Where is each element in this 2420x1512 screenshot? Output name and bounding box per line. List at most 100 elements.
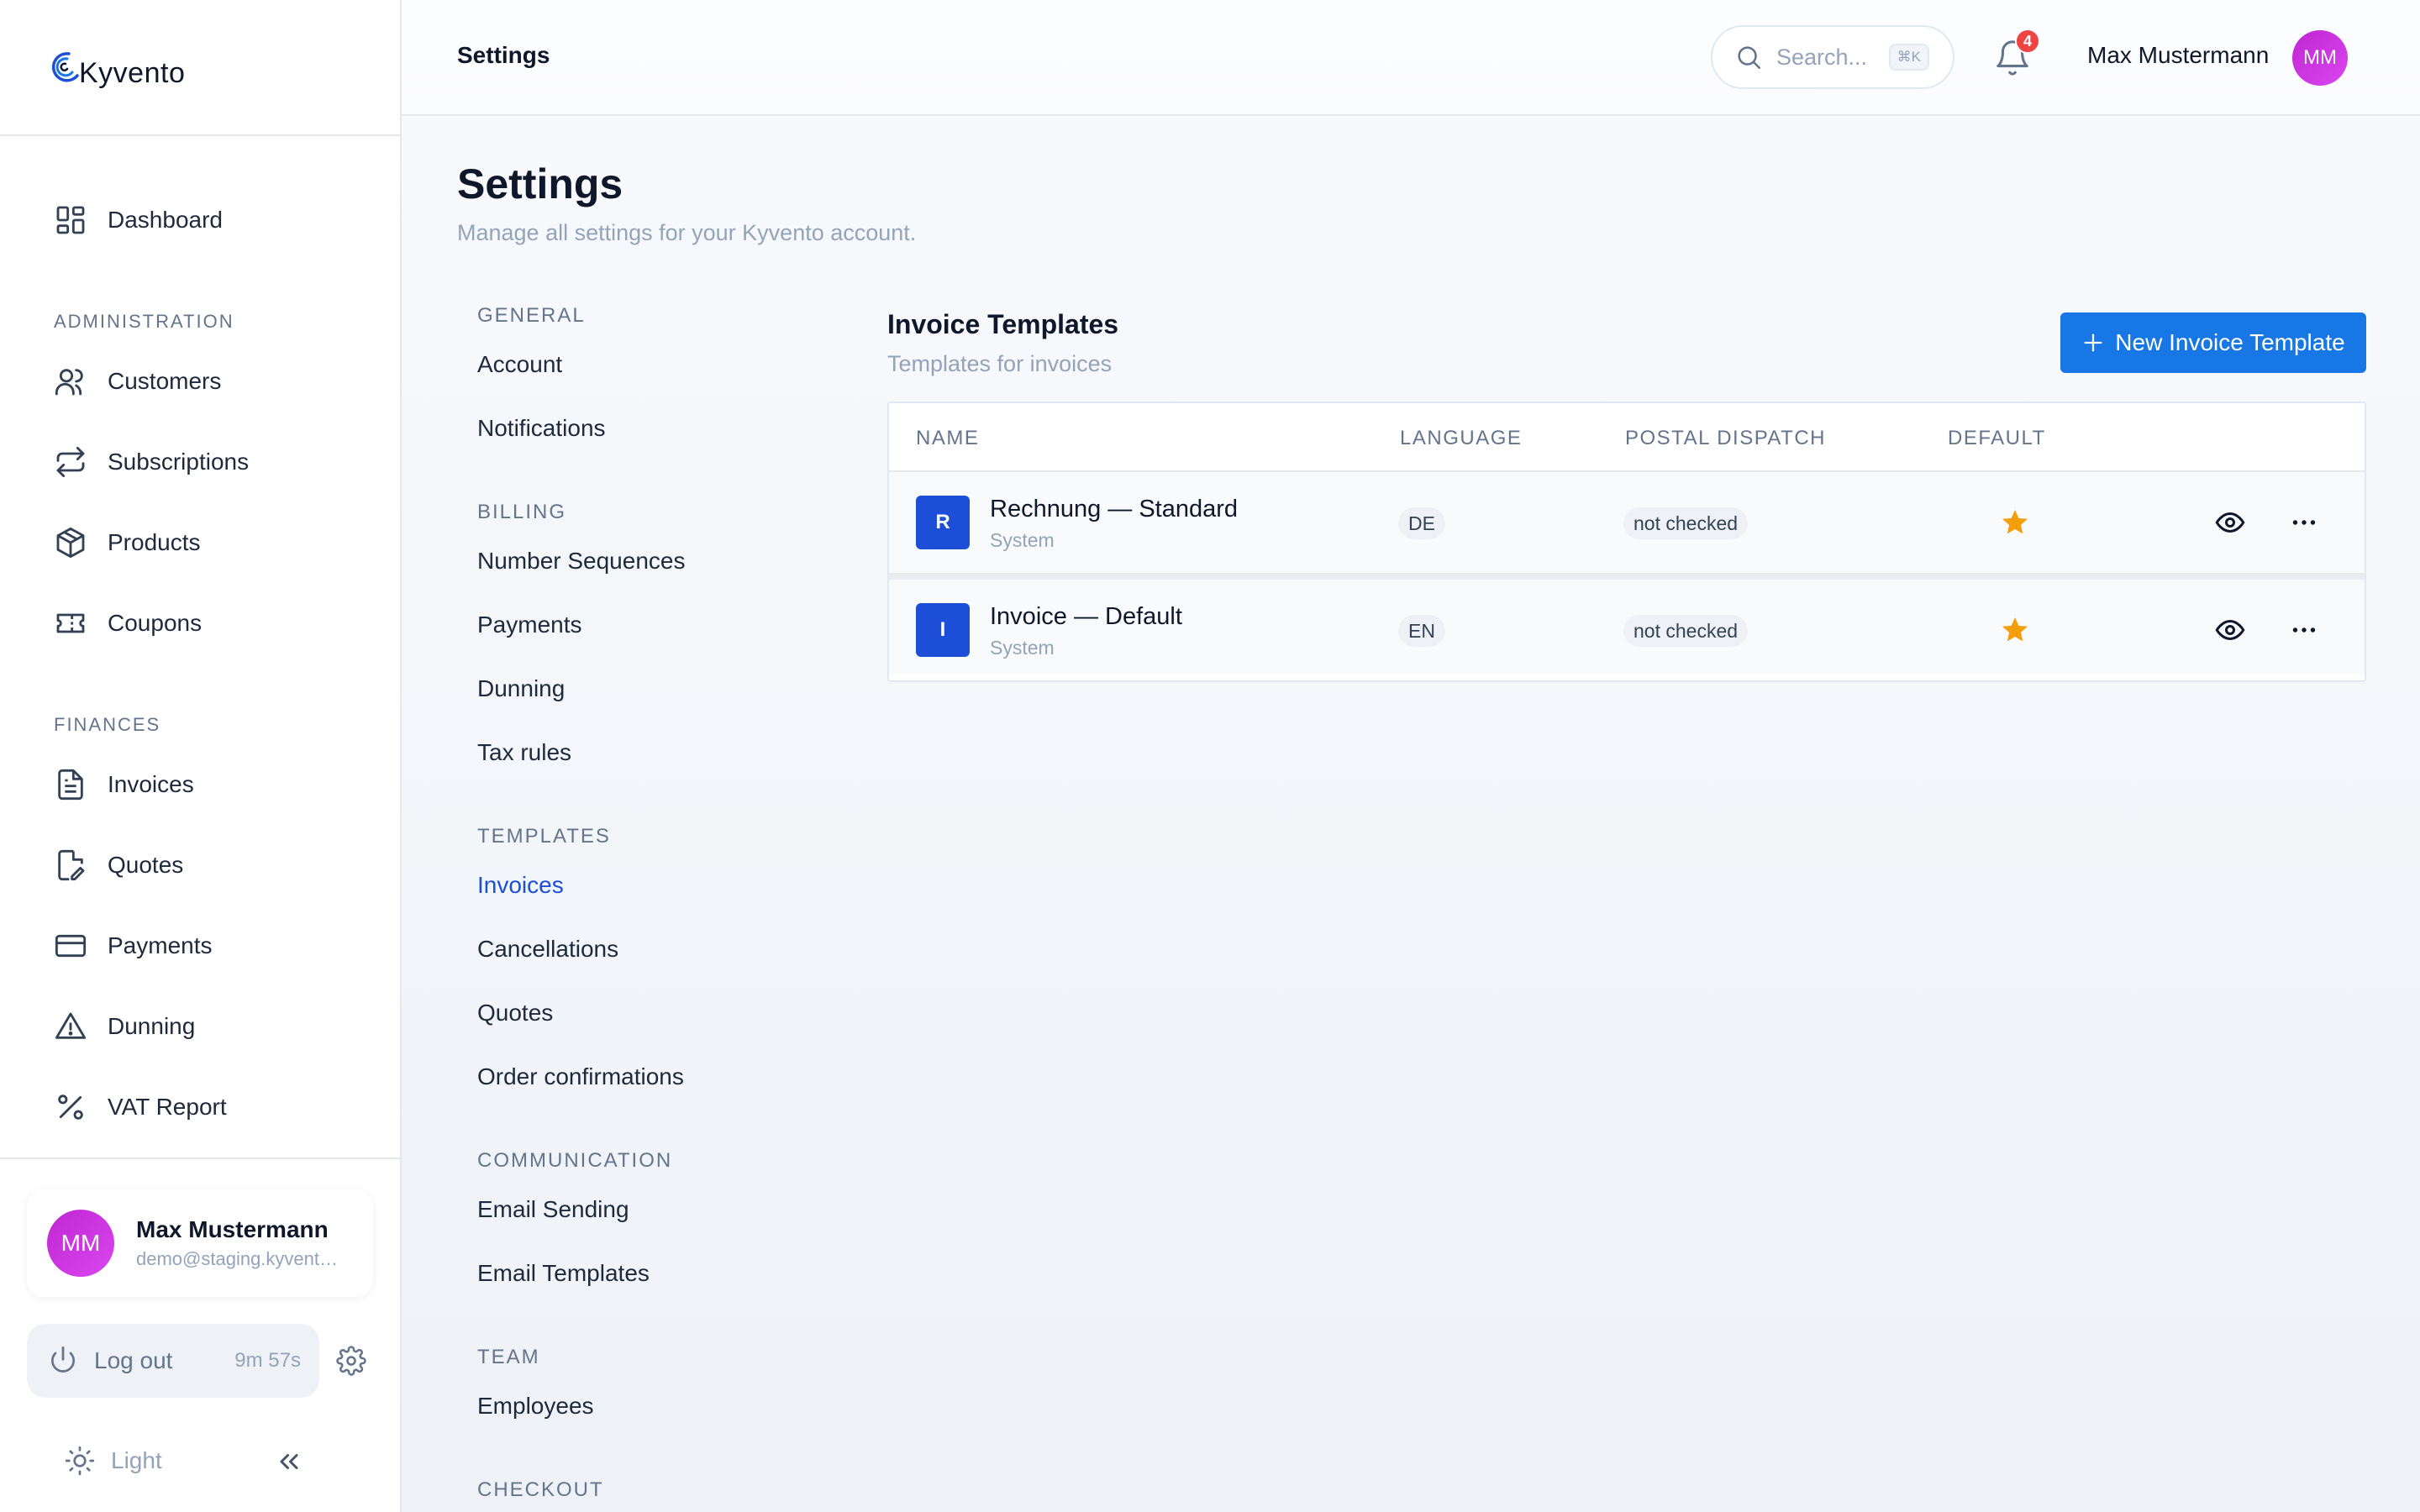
star-icon bbox=[2002, 510, 2028, 534]
more-horizontal-icon[interactable] bbox=[2289, 507, 2319, 538]
sidebar-item-label: VAT Report bbox=[108, 1094, 227, 1120]
chevrons-left-icon[interactable] bbox=[274, 1446, 304, 1477]
logo-area: Kyvento bbox=[0, 0, 400, 136]
search-shortcut: ⌘K bbox=[1888, 44, 1929, 71]
settings-section-team: TEAM bbox=[477, 1346, 540, 1368]
template-source: System bbox=[990, 637, 1055, 659]
settings-section-billing: BILLING bbox=[477, 501, 567, 523]
sidebar-item-coupons[interactable]: Coupons bbox=[0, 583, 400, 664]
search-box[interactable]: ⌘K bbox=[1711, 25, 1954, 89]
user-name: Max Mustermann bbox=[136, 1216, 329, 1242]
notification-badge: 4 bbox=[2015, 29, 2040, 54]
settings-item-number-sequences[interactable]: Number Sequences bbox=[477, 529, 847, 593]
star-icon bbox=[2002, 617, 2028, 642]
sidebar-footer: MM Max Mustermann demo@staging.kyvento.d… bbox=[0, 1158, 400, 1512]
settings-item-account[interactable]: Account bbox=[477, 333, 847, 396]
file-edit-icon bbox=[58, 849, 85, 881]
eye-icon[interactable] bbox=[2215, 507, 2245, 538]
column-header-default[interactable]: DEFAULT bbox=[1948, 427, 2046, 450]
table-header: NAME LANGUAGE POSTAL DISPATCH DEFAULT bbox=[889, 403, 2365, 472]
users-icon bbox=[55, 369, 83, 396]
settings-section-communication: COMMUNICATION bbox=[477, 1149, 673, 1172]
logo-text: Kyvento bbox=[79, 56, 186, 89]
more-horizontal-icon[interactable] bbox=[2289, 615, 2319, 645]
column-header-name[interactable]: NAME bbox=[916, 427, 979, 450]
settings-item-order-confirmations[interactable]: Order confirmations bbox=[477, 1045, 847, 1109]
settings-item-email-templates[interactable]: Email Templates bbox=[477, 1242, 847, 1305]
topbar: Settings ⌘K 4 Max Mustermann MM bbox=[402, 0, 2420, 116]
breadcrumb: Settings bbox=[457, 42, 550, 68]
settings-item-quotes[interactable]: Quotes bbox=[477, 981, 847, 1045]
section-title: Invoice Templates bbox=[887, 309, 1119, 339]
page-title: Settings bbox=[457, 160, 623, 207]
theme-toggle[interactable]: Light bbox=[64, 1445, 162, 1477]
sidebar-item-quotes[interactable]: Quotes bbox=[0, 825, 400, 906]
avatar[interactable]: MM bbox=[2292, 30, 2348, 86]
credit-card-icon bbox=[55, 934, 87, 958]
sun-icon bbox=[65, 1446, 95, 1476]
new-button-label: New Invoice Template bbox=[2115, 329, 2345, 355]
sidebar-item-products[interactable]: Products bbox=[0, 502, 400, 583]
postal-dispatch-badge: not checked bbox=[1623, 507, 1749, 539]
search-input[interactable] bbox=[1776, 44, 1894, 71]
new-invoice-template-button[interactable]: New Invoice Template bbox=[2060, 312, 2366, 373]
page-subtitle: Manage all settings for your Kyvento acc… bbox=[457, 220, 917, 245]
app-logo[interactable]: Kyvento bbox=[44, 44, 185, 91]
settings-item-tax-rules[interactable]: Tax rules bbox=[477, 721, 847, 785]
postal-dispatch-badge: not checked bbox=[1623, 615, 1749, 647]
topbar-user-name[interactable]: Max Mustermann bbox=[2087, 42, 2269, 69]
sidebar-item-label: Payments bbox=[108, 932, 213, 958]
table-row[interactable]: R Rechnung — Standard System DE not chec… bbox=[889, 472, 2365, 573]
language-badge: EN bbox=[1398, 615, 1445, 647]
dashboard-icon bbox=[56, 206, 85, 234]
repeat-icon bbox=[56, 446, 85, 478]
settings-nav: GENERAL Account Notifications BILLING Nu… bbox=[477, 299, 847, 1507]
settings-item-employees[interactable]: Employees bbox=[477, 1374, 847, 1438]
user-email: demo@staging.kyvento.de bbox=[136, 1248, 346, 1269]
settings-item-dunning[interactable]: Dunning bbox=[477, 657, 847, 721]
sidebar-item-label: Invoices bbox=[108, 771, 194, 797]
power-icon bbox=[51, 1346, 75, 1373]
percent-icon bbox=[58, 1095, 83, 1120]
sidebar-item-label: Products bbox=[108, 529, 201, 555]
theme-label: Light bbox=[111, 1447, 162, 1473]
sidebar-item-invoices[interactable]: Invoices bbox=[0, 744, 400, 825]
sidebar-section-finances: FINANCES bbox=[54, 714, 161, 735]
logout-label: Log out bbox=[94, 1347, 173, 1373]
sidebar-item-dashboard[interactable]: Dashboard bbox=[0, 180, 400, 260]
column-header-language[interactable]: LANGUAGE bbox=[1400, 427, 1522, 450]
settings-item-cancellations[interactable]: Cancellations bbox=[477, 917, 847, 981]
template-source: System bbox=[990, 529, 1055, 551]
session-timer: 9m 57s bbox=[234, 1349, 301, 1372]
template-initial: I bbox=[916, 603, 970, 657]
template-name[interactable]: Rechnung — Standard bbox=[990, 496, 1238, 523]
settings-section-general: GENERAL bbox=[477, 304, 586, 327]
column-header-postal-dispatch[interactable]: POSTAL DISPATCH bbox=[1625, 427, 1826, 450]
sidebar-item-label: Customers bbox=[108, 368, 222, 394]
sidebar-item-customers[interactable]: Customers bbox=[0, 341, 400, 422]
gear-icon[interactable] bbox=[336, 1346, 366, 1376]
sidebar-item-subscriptions[interactable]: Subscriptions bbox=[0, 422, 400, 502]
sidebar-item-dunning[interactable]: Dunning bbox=[0, 986, 400, 1067]
user-info: Max Mustermann demo@staging.kyvento.de bbox=[136, 1216, 346, 1270]
warning-icon bbox=[55, 1012, 87, 1039]
sidebar-section-administration: ADMINISTRATION bbox=[54, 311, 234, 332]
settings-item-invoices[interactable]: Invoices bbox=[477, 853, 847, 917]
eye-icon[interactable] bbox=[2215, 615, 2245, 645]
box-icon bbox=[56, 527, 85, 559]
user-card[interactable]: MM Max Mustermann demo@staging.kyvento.d… bbox=[27, 1189, 373, 1297]
settings-item-notifications[interactable]: Notifications bbox=[477, 396, 847, 460]
sidebar-item-label: Coupons bbox=[108, 610, 203, 636]
settings-item-payments[interactable]: Payments bbox=[477, 593, 847, 657]
ticket-icon bbox=[56, 613, 85, 633]
logout-button[interactable]: Log out 9m 57s bbox=[27, 1324, 319, 1398]
sidebar-item-payments[interactable]: Payments bbox=[0, 906, 400, 986]
template-name[interactable]: Invoice — Default bbox=[990, 603, 1182, 631]
sidebar-item-label: Quotes bbox=[108, 852, 184, 878]
table-row[interactable]: I Invoice — Default System EN not checke… bbox=[889, 573, 2365, 674]
sidebar-item-vat-report[interactable]: VAT Report bbox=[0, 1067, 400, 1147]
sidebar-nav: Dashboard ADMINISTRATION Customers Subsc… bbox=[0, 136, 400, 1147]
file-text-icon bbox=[58, 769, 83, 801]
settings-item-email-sending[interactable]: Email Sending bbox=[477, 1178, 847, 1242]
sidebar: Kyvento Dashboard ADMINISTRATION Custome… bbox=[0, 0, 402, 1512]
